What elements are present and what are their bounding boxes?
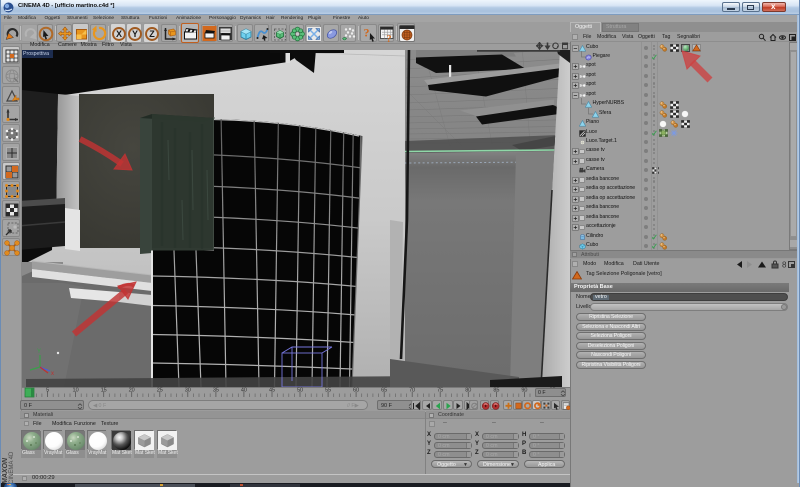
svg-text:75: 75 (437, 388, 443, 394)
svg-text:30: 30 (185, 388, 191, 394)
svg-text:25: 25 (157, 388, 163, 394)
svg-text:50: 50 (297, 388, 303, 394)
svg-text:65: 65 (381, 388, 387, 394)
svg-text:85: 85 (493, 388, 499, 394)
svg-text:60: 60 (353, 388, 359, 394)
svg-text:8: 8 (782, 261, 787, 270)
svg-text:X: X (116, 29, 122, 39)
svg-text:35: 35 (213, 388, 219, 394)
svg-text:?: ? (387, 34, 392, 43)
svg-text:45: 45 (269, 388, 275, 394)
svg-text:Z: Z (149, 29, 155, 39)
svg-text:55: 55 (325, 388, 331, 394)
svg-text:70: 70 (409, 388, 415, 394)
svg-text:Y: Y (37, 349, 41, 355)
svg-text:10: 10 (73, 388, 79, 394)
svg-text:20: 20 (129, 388, 135, 394)
svg-text:80: 80 (465, 388, 471, 394)
svg-text:?: ? (364, 26, 370, 40)
svg-text:Y: Y (132, 29, 138, 39)
svg-text:5: 5 (46, 388, 49, 394)
svg-text:90: 90 (521, 388, 527, 394)
svg-text:40: 40 (241, 388, 247, 394)
svg-text:15: 15 (101, 388, 107, 394)
svg-text:x: x (51, 371, 54, 377)
